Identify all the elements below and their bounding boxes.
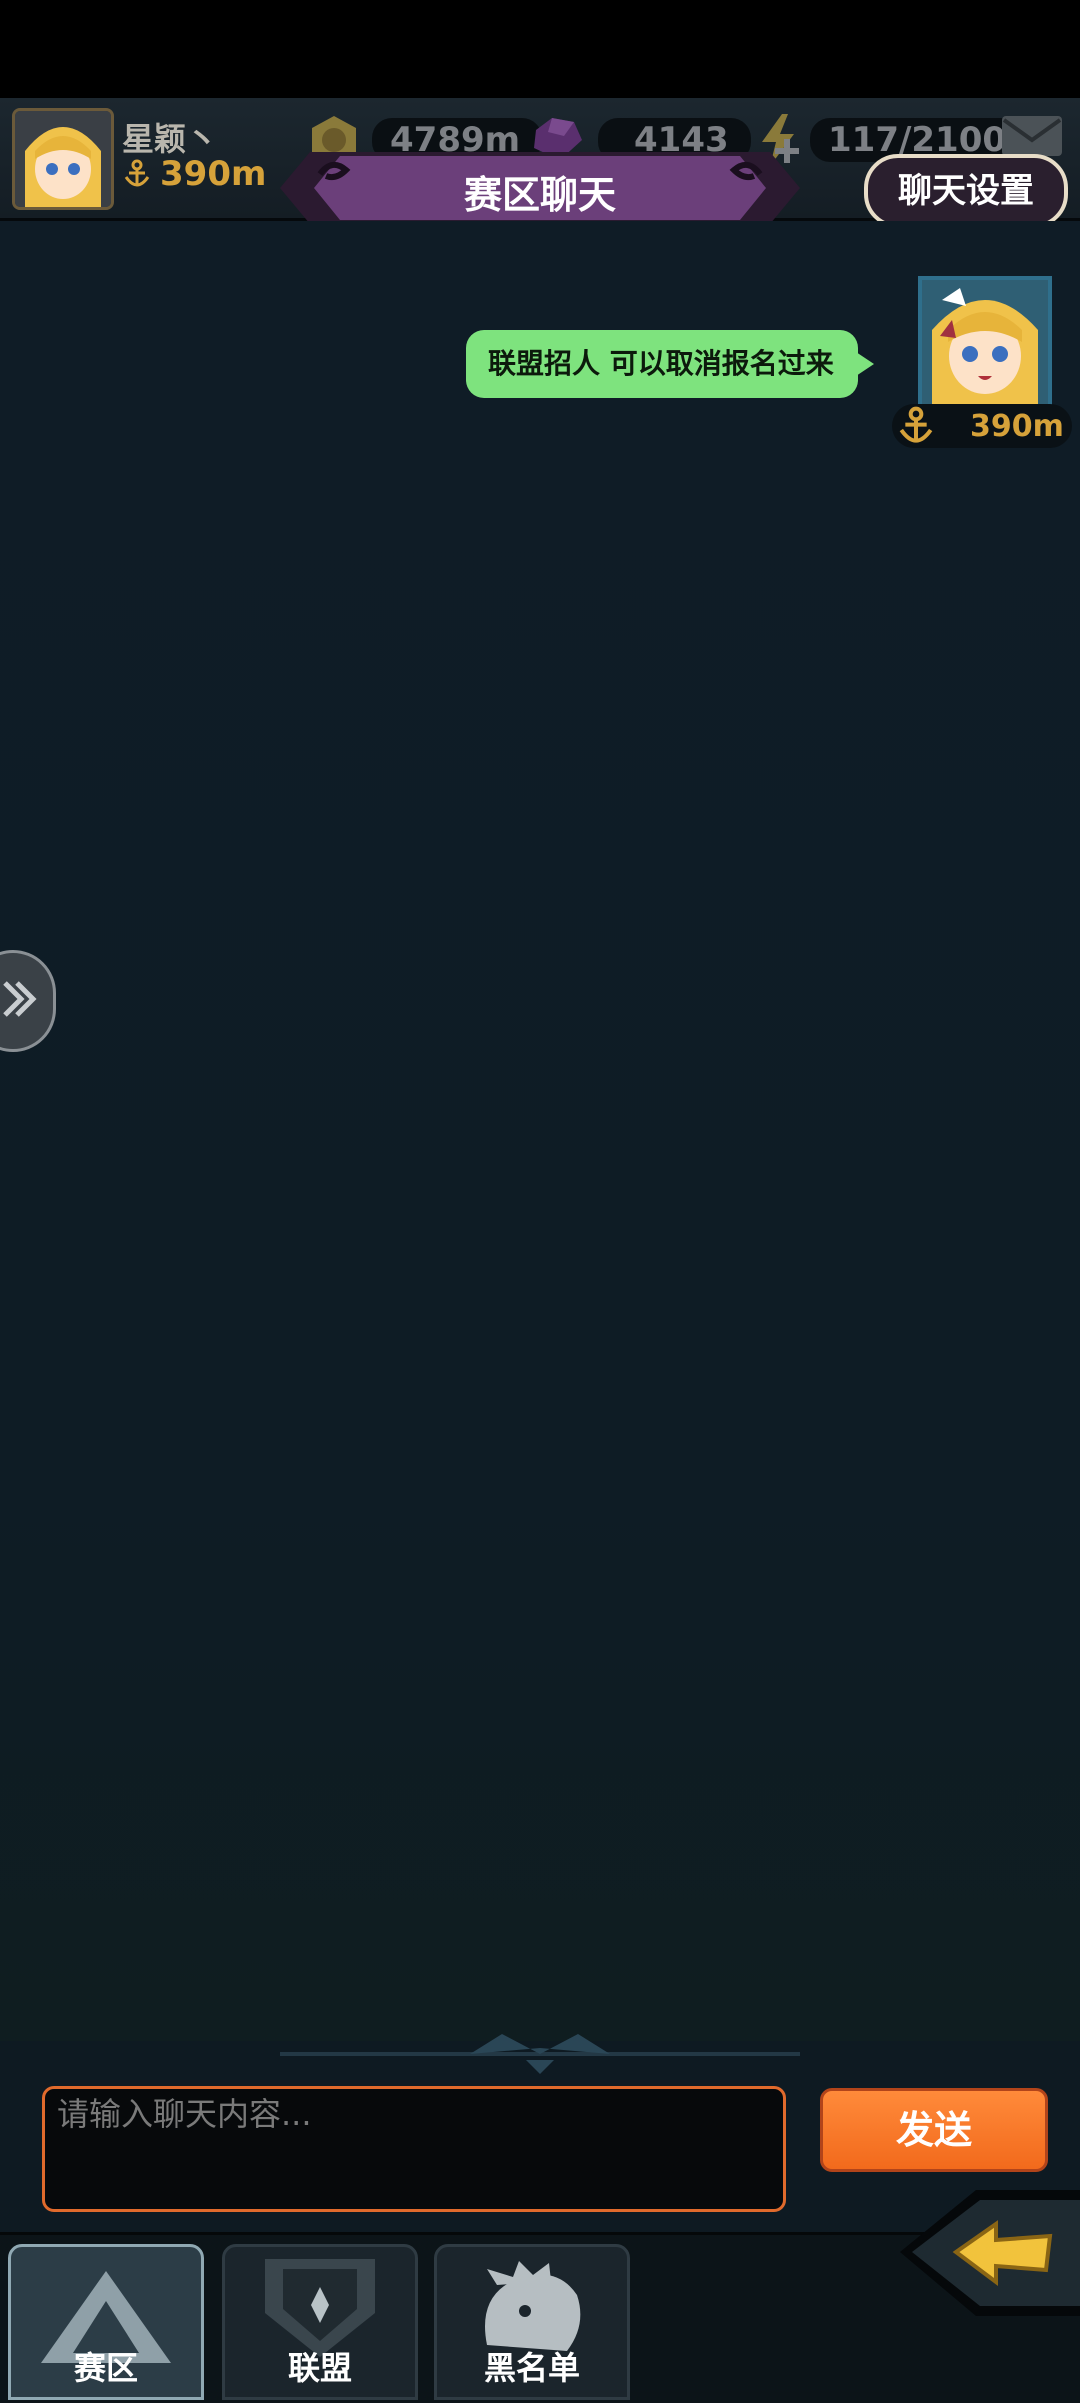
anchor-icon bbox=[124, 159, 150, 187]
mail-icon[interactable] bbox=[1000, 114, 1064, 158]
page-title: 赛区聊天 bbox=[463, 173, 616, 217]
send-button[interactable]: 发送 bbox=[820, 2088, 1048, 2172]
composer-divider bbox=[280, 2020, 800, 2080]
player-depth: 390m bbox=[122, 154, 266, 194]
tab-division-label: 赛区 bbox=[73, 2349, 138, 2387]
chat-input[interactable] bbox=[45, 2089, 783, 2209]
anchor-icon bbox=[899, 406, 933, 443]
chat-settings-button[interactable]: 聊天设置 bbox=[864, 154, 1068, 228]
message-sender-depth: 390m bbox=[892, 404, 1072, 448]
player-depth-value: 390m bbox=[160, 154, 267, 194]
title-banner: 赛区聊天 bbox=[280, 146, 800, 230]
message-depth-value: 390m bbox=[970, 408, 1064, 444]
message-sender-avatar[interactable] bbox=[918, 276, 1052, 410]
tab-division[interactable]: 赛区 bbox=[8, 2244, 204, 2400]
tab-blacklist-label: 黑名单 bbox=[483, 2349, 580, 2387]
double-chevron-right-icon bbox=[3, 981, 37, 1017]
back-button[interactable] bbox=[900, 2186, 1080, 2320]
player-avatar[interactable] bbox=[12, 108, 114, 210]
sender-portrait-icon bbox=[922, 280, 1048, 406]
chat-message-area[interactable] bbox=[0, 221, 1080, 2041]
back-arrow-icon bbox=[900, 2190, 1080, 2316]
chat-message-bubble[interactable]: 联盟招人 可以取消报名过来 bbox=[466, 330, 874, 398]
tab-alliance[interactable]: 联盟 bbox=[222, 2244, 418, 2400]
tab-blacklist[interactable]: 黑名单 bbox=[434, 2244, 630, 2400]
tab-alliance-label: 联盟 bbox=[287, 2349, 352, 2387]
chat-input-box[interactable] bbox=[42, 2086, 786, 2212]
ornament-divider-icon bbox=[280, 2034, 800, 2074]
avatar-portrait-icon bbox=[15, 111, 111, 207]
status-bar bbox=[0, 0, 1080, 98]
